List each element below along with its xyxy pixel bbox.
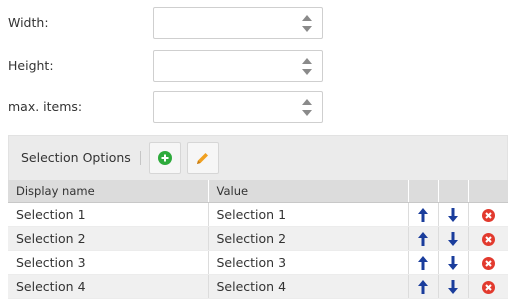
display-name-cell[interactable]: Selection 4 [8,274,208,299]
move-down-cell [437,226,468,251]
max-items-input[interactable] [154,92,294,122]
width-decrement-icon[interactable] [302,26,312,32]
selection-options-table: Display name Value Selection 1 Selection… [8,180,508,299]
arrow-up-icon[interactable] [418,279,428,294]
width-increment-icon[interactable] [302,15,312,21]
max-items-spinner[interactable] [153,91,323,123]
table-row[interactable]: Selection 4 Selection 4 [8,274,508,299]
move-up-cell [407,274,438,299]
move-down-cell [437,274,468,299]
delete-cell [467,250,508,275]
arrow-down-icon[interactable] [448,255,458,270]
delete-cell [467,226,508,251]
arrow-down-icon[interactable] [448,231,458,246]
arrow-down-icon[interactable] [448,207,458,222]
column-header-value[interactable]: Value [207,180,408,203]
add-option-button[interactable] [149,142,181,174]
max-items-decrement-icon[interactable] [302,110,312,116]
value-cell[interactable]: Selection 4 [207,274,408,299]
toolbar-divider [140,151,141,165]
delete-icon[interactable] [481,280,495,294]
max-items-increment-icon[interactable] [302,99,312,105]
arrow-up-icon[interactable] [418,207,428,222]
max-items-row: max. items: [0,91,508,123]
delete-icon[interactable] [481,208,495,222]
arrow-up-icon[interactable] [418,231,428,246]
height-input[interactable] [154,51,294,81]
display-name-cell[interactable]: Selection 2 [8,226,208,251]
width-spinner[interactable] [153,7,323,39]
delete-cell [467,202,508,227]
move-up-cell [407,226,438,251]
width-row: Width: [0,7,508,39]
display-name-cell[interactable]: Selection 3 [8,250,208,275]
table-row[interactable]: Selection 3 Selection 3 [8,250,508,275]
move-down-cell [437,202,468,227]
move-up-cell [407,202,438,227]
height-row: Height: [0,50,508,82]
table-row[interactable]: Selection 2 Selection 2 [8,226,508,251]
edit-option-button[interactable] [187,142,219,174]
column-header-move-down [437,180,468,203]
arrow-down-icon[interactable] [448,279,458,294]
column-header-move-up [407,180,438,203]
table-row[interactable]: Selection 1 Selection 1 [8,202,508,227]
height-decrement-icon[interactable] [302,69,312,75]
width-label: Width: [8,15,49,30]
display-name-cell[interactable]: Selection 1 [8,202,208,227]
value-cell[interactable]: Selection 2 [207,226,408,251]
arrow-up-icon[interactable] [418,255,428,270]
height-spinner[interactable] [153,50,323,82]
move-up-cell [407,250,438,275]
value-cell[interactable]: Selection 1 [207,202,408,227]
delete-icon[interactable] [481,232,495,246]
move-down-cell [437,250,468,275]
value-cell[interactable]: Selection 3 [207,250,408,275]
column-header-delete [467,180,508,203]
table-header-row: Display name Value [8,180,508,203]
max-items-label: max. items: [8,99,83,114]
height-increment-icon[interactable] [302,58,312,64]
height-label: Height: [8,58,54,73]
plus-circle-icon [158,151,172,165]
pencil-icon [197,153,208,164]
selection-options-title: Selection Options [21,150,131,165]
delete-icon[interactable] [481,256,495,270]
delete-cell [467,274,508,299]
column-header-display-name[interactable]: Display name [8,180,208,203]
selection-options-toolbar: Selection Options [8,135,508,180]
width-input[interactable] [154,8,294,38]
